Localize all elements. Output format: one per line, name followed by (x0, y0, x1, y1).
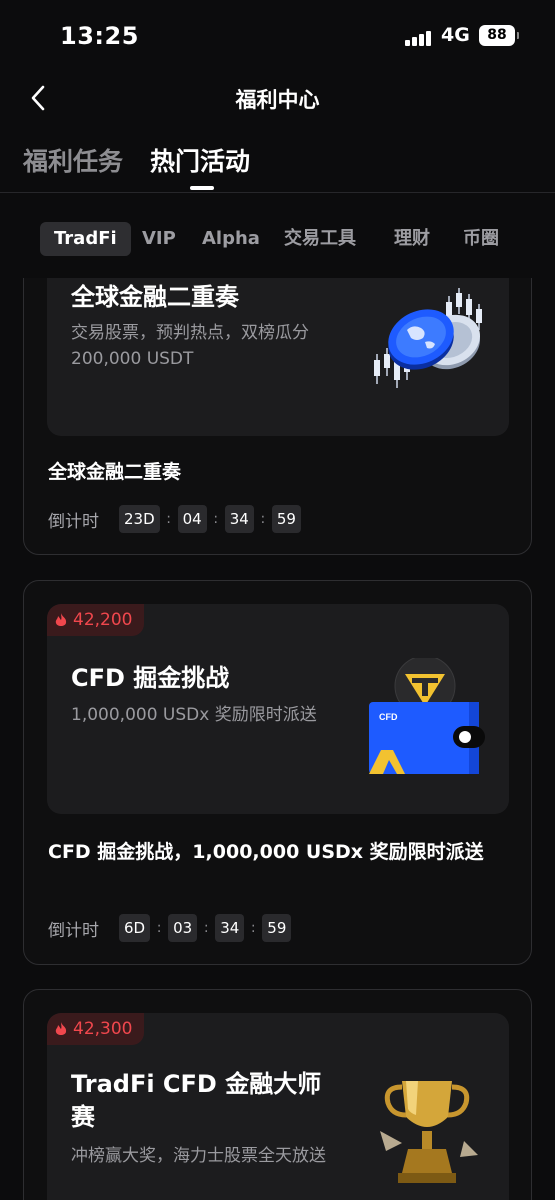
banner-title: TradFi CFD 金融大师赛 (71, 1070, 322, 1131)
activity-banner[interactable]: 42,300 TradFi CFD 金融大师赛 冲榜赢大奖，海力士股票全天放送 (47, 1013, 509, 1200)
fire-icon (55, 1021, 67, 1035)
network-label: 4G (441, 24, 470, 46)
hot-count: 42,300 (73, 1019, 133, 1039)
globe-coins-candlestick-icon (357, 284, 497, 394)
tab-benefit-tasks[interactable]: 福利任务 (23, 142, 123, 178)
countdown-separator: : (203, 920, 209, 936)
chip-tradfi[interactable]: TradFi (40, 222, 131, 256)
activity-banner[interactable]: 全球金融二重奏 交易股票，预判热点，双榜瓜分 200,000 USDT (47, 278, 509, 436)
countdown-separator: : (213, 511, 219, 527)
countdown-seconds: 59 (271, 505, 301, 533)
countdown-label: 倒计时 (48, 920, 99, 941)
header-divider (0, 192, 555, 193)
banner-subtitle: 1,000,000 USDx 奖励限时派送 (71, 705, 317, 725)
countdown-days: 6D (119, 914, 151, 942)
card-title: 全球金融二重奏 (48, 461, 182, 483)
activity-card[interactable]: 42,300 TradFi CFD 金融大师赛 冲榜赢大奖，海力士股票全天放送 (23, 989, 532, 1200)
banner-subtitle: 交易股票，预判热点，双榜瓜分 200,000 USDT (71, 323, 309, 369)
status-time: 13:25 (60, 22, 139, 50)
countdown-hours: 04 (177, 505, 207, 533)
countdown-label: 倒计时 (48, 511, 99, 532)
activity-banner[interactable]: 42,200 CFD 掘金挑战 1,000,000 USDx 奖励限时派送 CF… (47, 604, 509, 814)
battery-icon: 88 (479, 25, 519, 46)
countdown: 倒计时 23D : 04 : 34 : 59 (48, 505, 301, 533)
countdown: 倒计时 6D : 03 : 34 : 59 (48, 914, 292, 942)
countdown-separator: : (166, 511, 171, 527)
page-title: 福利中心 (235, 88, 320, 112)
chip-crypto[interactable]: 币圈 (463, 222, 499, 256)
hot-count: 42,200 (73, 610, 133, 630)
chip-trading-tools[interactable]: 交易工具 (284, 222, 356, 256)
chip-vip[interactable]: VIP (142, 222, 176, 256)
activity-card[interactable]: 42,200 CFD 掘金挑战 1,000,000 USDx 奖励限时派送 CF… (23, 580, 532, 965)
tab-hot-activities[interactable]: 热门活动 (150, 142, 250, 178)
countdown-separator: : (250, 920, 256, 936)
banner-subtitle: 冲榜赢大奖，海力士股票全天放送 (71, 1146, 326, 1166)
countdown-separator: : (260, 511, 266, 527)
hot-badge: 42,200 (47, 604, 145, 636)
countdown-days: 23D (119, 505, 160, 533)
countdown-separator: : (156, 920, 162, 936)
banner-title: CFD 掘金挑战 (71, 664, 230, 692)
countdown-minutes: 34 (224, 505, 254, 533)
activity-list[interactable]: 全球金融二重奏 交易股票，预判热点，双榜瓜分 200,000 USDT 全球金融… (0, 278, 555, 1200)
activity-card[interactable]: 全球金融二重奏 交易股票，预判热点，双榜瓜分 200,000 USDT 全球金融… (23, 278, 532, 555)
status-bar: 13:25 4G 88 (0, 0, 555, 70)
fire-icon (55, 612, 67, 626)
cfd-wallet-tether-icon: CFD (365, 655, 495, 778)
countdown-hours: 03 (168, 914, 198, 942)
countdown-minutes: 34 (215, 914, 245, 942)
chip-wealth[interactable]: 理财 (394, 222, 430, 256)
chip-alpha[interactable]: Alpha (202, 222, 260, 256)
cfd-art-text: CFD (379, 712, 398, 722)
signal-icon (405, 30, 433, 46)
active-tab-indicator (190, 186, 214, 190)
card-title: CFD 掘金挑战，1,000,000 USDx 奖励限时派送 (48, 841, 484, 863)
countdown-seconds: 59 (262, 914, 292, 942)
banner-title: 全球金融二重奏 (71, 283, 239, 311)
hot-badge: 42,300 (47, 1013, 145, 1045)
trophy-icon (372, 1073, 482, 1193)
